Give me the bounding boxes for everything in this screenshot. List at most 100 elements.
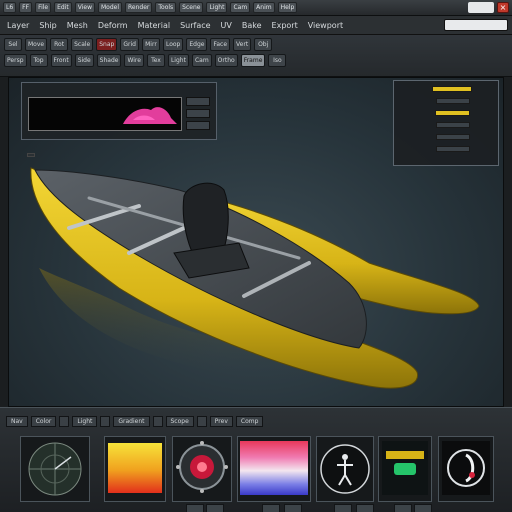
dock-tab-7[interactable] (152, 416, 163, 427)
property-level-bar[interactable] (432, 86, 473, 92)
toolbar-button-r1-12[interactable]: Obj (254, 38, 273, 51)
property-row[interactable] (397, 120, 495, 130)
toolbar-button-r2-10[interactable]: Ortho (214, 54, 238, 67)
spectrum-swatch[interactable] (240, 441, 308, 495)
toolbar-button-r2-7[interactable]: Tex (146, 54, 165, 67)
dock-tab-1[interactable]: Nav (6, 416, 28, 427)
preview-side-button-1[interactable] (186, 97, 210, 106)
title-search-field[interactable] (468, 2, 494, 13)
dock-footer-button-2[interactable] (206, 504, 224, 512)
menu-item-7[interactable]: UV (218, 20, 235, 31)
property-row[interactable] (397, 84, 495, 94)
toolbar-button-r2-11[interactable]: Frame (240, 54, 266, 67)
figure-icon (320, 444, 370, 494)
menu-item-9[interactable]: Export (269, 20, 301, 31)
toolbar-button-r1-6[interactable]: Grid (120, 38, 139, 51)
property-row[interactable] (397, 108, 495, 118)
menu-item-4[interactable]: Deform (95, 20, 131, 31)
dock-tab-9[interactable] (196, 416, 207, 427)
toolbar-button-r1-5[interactable]: Snap (96, 38, 118, 51)
spectrum-widget[interactable] (237, 436, 311, 502)
property-level-bar[interactable] (435, 110, 471, 116)
dock-tab-3[interactable] (59, 416, 70, 427)
dock-tab-6[interactable]: Gradient (113, 416, 150, 427)
title-button-1[interactable]: FF (19, 2, 33, 13)
title-button-12[interactable]: Help (277, 2, 298, 13)
property-level-bar[interactable] (436, 146, 470, 152)
preview-side-button-2[interactable] (186, 109, 210, 118)
preview-panel (21, 82, 217, 140)
toolbar-button-r2-3[interactable]: Front (50, 54, 72, 67)
dock-tab-2[interactable]: Color (30, 416, 57, 427)
title-button-2[interactable]: File (35, 2, 52, 13)
property-level-bar[interactable] (436, 122, 470, 128)
preview-panel-header (22, 83, 216, 93)
toolbar-row-2: Persp Top Front Side Shade Wire Tex Light Cam Ort… (0, 51, 512, 67)
title-button-3[interactable]: Edit (54, 2, 72, 13)
toolbar-button-r2-2[interactable]: Top (29, 54, 48, 67)
close-icon[interactable]: × (497, 2, 509, 13)
dock-footer-button-6[interactable] (356, 504, 374, 512)
dock-tab-11[interactable]: Comp (235, 416, 264, 427)
property-row[interactable] (397, 144, 495, 154)
property-level-bar[interactable] (436, 98, 470, 104)
toolbar-button-r1-2[interactable]: Move (25, 38, 48, 51)
toolbar-button-r1-9[interactable]: Edge (186, 38, 208, 51)
compass-widget[interactable] (20, 436, 90, 502)
toolbar-button-r1-4[interactable]: Scale (71, 38, 94, 51)
dock-footer-button-7[interactable] (394, 504, 412, 512)
material-preview-widget[interactable] (378, 436, 432, 502)
title-button-11[interactable]: Anim (253, 2, 275, 13)
toolbar: Sel Move Rot Scale Snap Grid Mirr Loop Edge Face V… (0, 35, 512, 77)
dock-footer-button-1[interactable] (186, 504, 204, 512)
reel-preview-widget[interactable] (438, 436, 494, 502)
figure-preview-widget[interactable] (316, 436, 374, 502)
title-button-6[interactable]: Render (125, 2, 153, 13)
preview-side-button-3[interactable] (186, 121, 210, 130)
toolbar-button-r1-3[interactable]: Rot (50, 38, 69, 51)
toolbar-button-r1-10[interactable]: Face (210, 38, 231, 51)
title-button-5[interactable]: Model (98, 2, 123, 13)
dock-footer-button-3[interactable] (262, 504, 280, 512)
toolbar-button-r2-1[interactable]: Persp (4, 54, 27, 67)
menu-item-6[interactable]: Surface (177, 20, 213, 31)
menu-item-8[interactable]: Bake (239, 20, 265, 31)
toolbar-button-r1-7[interactable]: Mirr (141, 38, 160, 51)
menu-item-10[interactable]: Viewport (305, 20, 346, 31)
toolbar-button-r2-12[interactable]: Iso (268, 54, 287, 67)
property-row[interactable] (397, 96, 495, 106)
toolbar-button-r1-8[interactable]: Loop (162, 38, 184, 51)
dial-widget[interactable] (172, 436, 232, 502)
app-logo: L6 (3, 2, 17, 13)
dock-footer-button-5[interactable] (334, 504, 352, 512)
menu-item-2[interactable]: Ship (36, 20, 59, 31)
search-input[interactable] (444, 19, 508, 31)
dial-icon (176, 441, 228, 493)
title-button-9[interactable]: Light (206, 2, 228, 13)
property-level-bar[interactable] (436, 134, 470, 140)
toolbar-button-r2-4[interactable]: Side (74, 54, 94, 67)
toolbar-button-r2-6[interactable]: Wire (124, 54, 144, 67)
toolbar-button-r2-9[interactable]: Cam (191, 54, 212, 67)
property-row[interactable] (397, 132, 495, 142)
color-gradient-widget[interactable] (104, 436, 166, 502)
toolbar-button-r2-5[interactable]: Shade (96, 54, 122, 67)
title-button-4[interactable]: View (74, 2, 95, 13)
dock-tab-5[interactable] (100, 416, 111, 427)
title-button-8[interactable]: Scene (179, 2, 204, 13)
dock-tab-4[interactable]: Light (72, 416, 98, 427)
menu-item-3[interactable]: Mesh (64, 20, 91, 31)
title-button-10[interactable]: Cam (230, 2, 251, 13)
color-gradient-swatch[interactable] (108, 443, 162, 493)
dock-tab-10[interactable]: Prev (209, 416, 233, 427)
menu-item-5[interactable]: Material (135, 20, 174, 31)
toolbar-button-r1-1[interactable]: Sel (4, 38, 22, 51)
dock-footer-button-4[interactable] (284, 504, 302, 512)
menu-item-1[interactable]: Layer (4, 20, 32, 31)
title-button-7[interactable]: Tools (155, 2, 177, 13)
dock-tab-8[interactable]: Scope (165, 416, 194, 427)
toolbar-button-r2-8[interactable]: Light (167, 54, 189, 67)
3d-viewport[interactable] (8, 77, 504, 407)
toolbar-button-r1-11[interactable]: Vert (233, 38, 252, 51)
dock-footer-button-8[interactable] (414, 504, 432, 512)
